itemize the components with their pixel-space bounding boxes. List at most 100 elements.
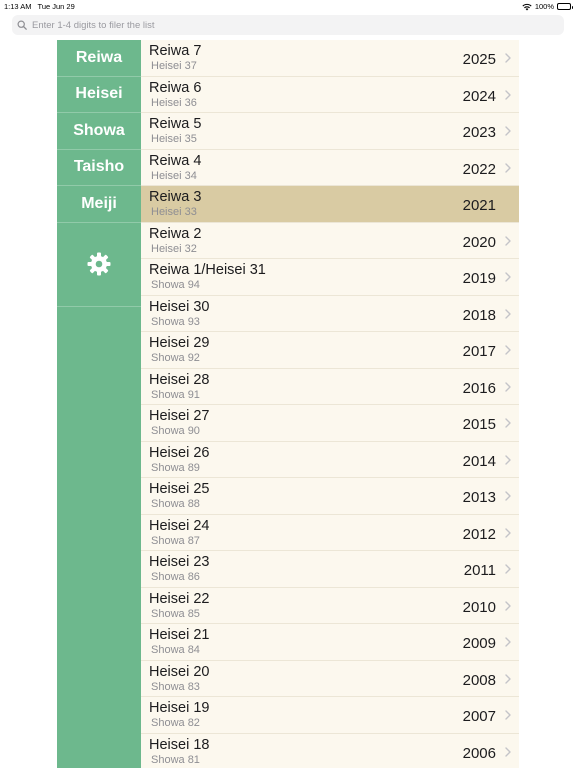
alt-era-year-label: Heisei 36 <box>151 96 197 109</box>
era-year-label: Heisei 28 <box>149 371 210 388</box>
year-row[interactable]: Heisei 24 Showa 87 2012 <box>141 514 519 551</box>
gregorian-year: 2006 <box>462 744 496 762</box>
era-year-label: Heisei 30 <box>149 298 210 315</box>
year-row[interactable]: Heisei 27 Showa 90 2015 <box>141 405 519 442</box>
chevron-right-icon <box>505 345 511 355</box>
year-row[interactable]: Heisei 21 Showa 84 2009 <box>141 624 519 661</box>
chevron-right-icon <box>505 162 511 173</box>
era-year-label: Heisei 18 <box>149 736 210 753</box>
year-row[interactable]: Heisei 26 Showa 89 2014 <box>141 441 519 478</box>
alt-era-year-label: Showa 94 <box>151 279 200 291</box>
alt-era-year-label: Heisei 37 <box>151 60 197 72</box>
alt-era-year-label: Heisei 34 <box>151 169 197 182</box>
year-row[interactable]: Reiwa 6 Heisei 36 2024 <box>141 76 519 113</box>
year-row[interactable]: Reiwa 5 Heisei 35 2023 <box>141 113 519 150</box>
era-year-label: Heisei 22 <box>149 590 210 607</box>
year-row[interactable]: Heisei 20 Showa 83 2008 <box>141 660 519 697</box>
alt-era-year-label: Showa 85 <box>151 607 200 620</box>
status-time: 1:13 AM <box>4 2 32 11</box>
era-year-label: Reiwa 5 <box>149 116 202 132</box>
year-row[interactable]: Reiwa 4 Heisei 34 2022 <box>141 149 519 186</box>
gregorian-year: 2021 <box>462 197 496 214</box>
year-row[interactable]: Heisei 25 Showa 88 2013 <box>141 478 519 515</box>
alt-era-year-label: Showa 90 <box>151 425 200 437</box>
year-row[interactable]: Heisei 28 Showa 91 2016 <box>141 368 519 405</box>
alt-era-year-label: Heisei 32 <box>151 242 197 255</box>
search-icon <box>17 20 27 30</box>
era-year-label: Reiwa 4 <box>149 152 202 169</box>
chevron-right-icon <box>505 673 511 684</box>
era-button-meiji[interactable]: Meiji <box>57 186 141 223</box>
gregorian-year: 2013 <box>462 489 496 506</box>
gregorian-year: 2011 <box>463 562 496 579</box>
alt-era-year-label: Showa 92 <box>151 352 200 364</box>
gregorian-year: 2024 <box>462 87 496 105</box>
era-button-showa[interactable]: Showa <box>57 113 141 150</box>
year-row[interactable]: Heisei 23 Showa 86 2011 <box>141 551 519 588</box>
year-row[interactable]: Reiwa 2 Heisei 32 2020 <box>141 222 519 259</box>
gear-icon <box>87 252 111 276</box>
gregorian-year: 2025 <box>462 51 496 68</box>
alt-era-year-label: Showa 84 <box>151 644 200 656</box>
search-bar[interactable] <box>12 15 564 35</box>
gregorian-year: 2022 <box>462 160 496 178</box>
era-button-taisho[interactable]: Taisho <box>57 150 141 186</box>
year-row[interactable]: Reiwa 7 Heisei 37 2025 <box>141 40 519 77</box>
chevron-right-icon <box>505 272 511 282</box>
status-date: Tue Jun 29 <box>37 2 75 11</box>
chevron-right-icon <box>505 600 511 611</box>
era-year-label: Heisei 21 <box>149 627 210 643</box>
era-year-label: Heisei 26 <box>149 444 210 461</box>
chevron-right-icon <box>505 418 511 428</box>
year-row[interactable]: Heisei 30 Showa 93 2018 <box>141 295 519 332</box>
year-row[interactable]: Heisei 18 Showa 81 2006 <box>141 733 519 768</box>
year-list: Reiwa 7 Heisei 37 2025 Reiwa 6 Heisei 36… <box>141 40 519 768</box>
gregorian-year: 2018 <box>462 306 496 324</box>
era-year-label: Heisei 23 <box>149 554 210 570</box>
battery-percentage: 100% <box>534 2 554 11</box>
chevron-right-icon <box>505 89 511 100</box>
era-year-label: Reiwa 3 <box>149 189 202 205</box>
alt-era-year-label: Showa 86 <box>151 571 200 583</box>
chevron-right-icon <box>505 53 511 63</box>
gregorian-year: 2020 <box>462 233 496 251</box>
era-year-label: Reiwa 7 <box>149 43 202 59</box>
era-year-label: Reiwa 2 <box>149 225 202 242</box>
year-row[interactable]: Reiwa 1/Heisei 31 Showa 94 2019 <box>141 259 519 296</box>
gregorian-year: 2009 <box>462 635 496 652</box>
alt-era-year-label: Showa 81 <box>151 753 200 766</box>
chevron-right-icon <box>505 126 511 136</box>
alt-era-year-label: Showa 88 <box>151 498 200 510</box>
gregorian-year: 2015 <box>462 416 496 433</box>
status-bar: 1:13 AM Tue Jun 29 100% <box>0 0 576 12</box>
year-row[interactable]: Heisei 22 Showa 85 2010 <box>141 587 519 624</box>
gregorian-year: 2014 <box>462 452 496 470</box>
era-year-label: Heisei 20 <box>149 663 210 680</box>
chevron-right-icon <box>505 308 511 319</box>
alt-era-year-label: Showa 82 <box>151 717 200 729</box>
era-year-label: Reiwa 1/Heisei 31 <box>149 262 266 278</box>
year-row[interactable]: Reiwa 3 Heisei 33 2021 <box>141 186 519 223</box>
era-year-label: Reiwa 6 <box>149 79 202 96</box>
chevron-right-icon <box>505 381 511 392</box>
year-row[interactable]: Heisei 29 Showa 92 2017 <box>141 332 519 369</box>
chevron-right-icon <box>505 491 511 501</box>
chevron-right-icon <box>505 527 511 538</box>
era-sidebar: Reiwa Heisei Showa Taisho Meiji <box>57 40 141 768</box>
era-button-reiwa[interactable]: Reiwa <box>57 40 141 77</box>
search-input[interactable] <box>32 19 552 31</box>
chevron-right-icon <box>505 235 511 246</box>
alt-era-year-label: Showa 87 <box>151 534 200 547</box>
gregorian-year: 2007 <box>462 708 496 725</box>
era-year-label: Heisei 25 <box>149 481 210 497</box>
era-button-heisei[interactable]: Heisei <box>57 77 141 113</box>
settings-button[interactable] <box>57 223 141 307</box>
gregorian-year: 2008 <box>462 671 496 689</box>
status-right: 100% <box>522 2 573 11</box>
chevron-right-icon <box>505 454 511 465</box>
status-left: 1:13 AM Tue Jun 29 <box>4 2 75 11</box>
era-year-label: Heisei 29 <box>149 335 210 351</box>
year-row[interactable]: Heisei 19 Showa 82 2007 <box>141 697 519 734</box>
battery-icon <box>557 3 573 10</box>
gregorian-year: 2019 <box>462 270 496 287</box>
